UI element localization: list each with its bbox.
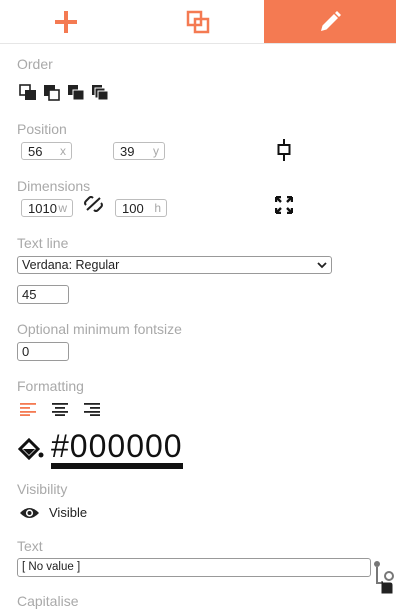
text-input[interactable]: [ No value ] bbox=[17, 558, 371, 577]
fill-color-icon[interactable] bbox=[18, 438, 44, 460]
eye-icon[interactable] bbox=[19, 506, 40, 520]
dimensions-height-value: 100 bbox=[122, 200, 144, 216]
capitalise-label: Capitalise bbox=[17, 593, 79, 609]
position-x-unit: x bbox=[60, 144, 66, 158]
text-label: Text bbox=[17, 538, 43, 554]
dimensions-width-unit: w bbox=[58, 201, 67, 215]
bring-to-front-icon[interactable] bbox=[19, 84, 37, 101]
plus-icon bbox=[55, 10, 77, 33]
layers-icon bbox=[186, 10, 210, 33]
dimensions-height-unit: h bbox=[154, 201, 161, 215]
bring-forward-icon[interactable] bbox=[43, 84, 61, 101]
chevron-down-icon bbox=[317, 261, 327, 268]
position-y-field[interactable]: 39 y bbox=[113, 142, 165, 160]
align-left-icon[interactable] bbox=[20, 402, 36, 416]
visibility-label: Visibility bbox=[17, 481, 68, 497]
fullscreen-icon[interactable] bbox=[275, 196, 293, 214]
position-y-unit: y bbox=[153, 144, 159, 158]
align-right-icon[interactable] bbox=[84, 402, 100, 416]
send-backward-icon[interactable] bbox=[67, 84, 85, 101]
variable-link-icon[interactable] bbox=[372, 559, 396, 595]
align-center-text-icon[interactable] bbox=[52, 402, 68, 416]
formatting-label: Formatting bbox=[17, 378, 84, 394]
unlink-ratio-icon[interactable] bbox=[83, 196, 104, 212]
align-center-icon[interactable] bbox=[277, 139, 291, 161]
tab-layers[interactable] bbox=[132, 0, 264, 43]
order-label: Order bbox=[17, 56, 53, 72]
dimensions-label: Dimensions bbox=[17, 178, 91, 194]
tab-add[interactable] bbox=[0, 0, 132, 43]
dimensions-width-field[interactable]: 1010 w bbox=[21, 199, 73, 217]
color-hex-value[interactable]: #000000 bbox=[51, 429, 183, 469]
position-x-field[interactable]: 56 x bbox=[21, 142, 72, 160]
pencil-icon bbox=[321, 10, 341, 31]
position-label: Position bbox=[17, 121, 67, 137]
alignment-buttons bbox=[20, 402, 100, 416]
min-fontsize-input[interactable]: 0 bbox=[17, 342, 69, 361]
dimensions-height-field[interactable]: 100 h bbox=[115, 199, 167, 217]
font-size-input[interactable]: 45 bbox=[17, 285, 69, 304]
font-select-value: Verdana: Regular bbox=[22, 258, 120, 272]
position-x-value: 56 bbox=[28, 143, 43, 159]
top-tab-bar bbox=[0, 0, 396, 44]
send-to-back-icon[interactable] bbox=[91, 84, 109, 101]
tab-edit[interactable] bbox=[264, 0, 396, 43]
order-buttons bbox=[19, 84, 109, 101]
dimensions-width-value: 1010 bbox=[28, 200, 57, 216]
font-select[interactable]: Verdana: Regular bbox=[17, 256, 332, 274]
text-line-label: Text line bbox=[17, 235, 69, 251]
min-fontsize-label: Optional minimum fontsize bbox=[17, 321, 182, 337]
position-y-value: 39 bbox=[120, 143, 135, 159]
visibility-status[interactable]: Visible bbox=[49, 505, 87, 520]
